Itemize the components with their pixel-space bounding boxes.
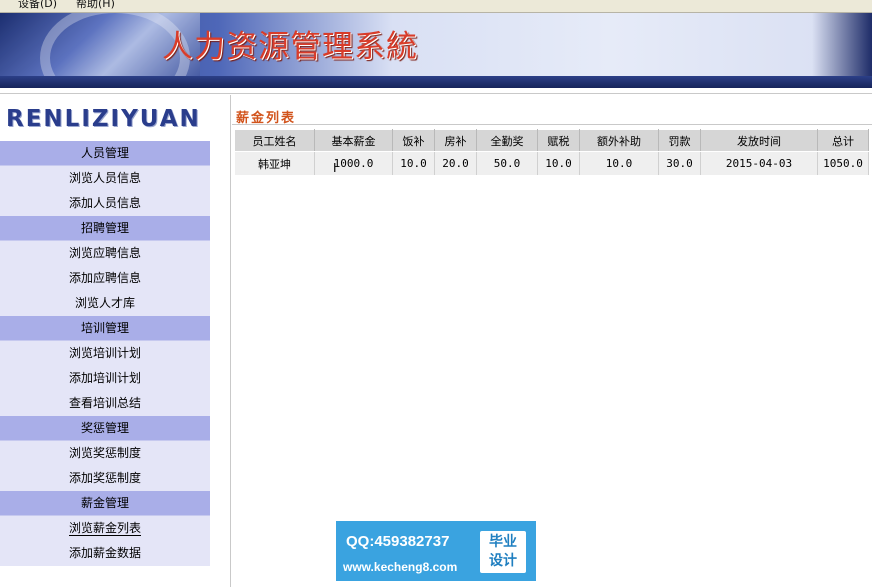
sidebar-item-label: 添加人员信息 — [68, 196, 141, 210]
sidebar-item-label: 浏览应聘信息 — [68, 246, 141, 260]
watermark-site: www.kecheng8.com — [343, 560, 458, 574]
sidebar-menu-item[interactable]: 浏览培训计划 — [0, 341, 210, 366]
column-header: 基本薪金 — [314, 129, 393, 152]
column-header: 全勤奖 — [476, 129, 538, 152]
header-banner: 人力资源管理系統 — [0, 13, 872, 88]
sidebar-group-header: 薪金管理 — [0, 491, 210, 516]
sidebar-item-label: 添加薪金数据 — [68, 546, 141, 560]
sidebar-group-header: 人员管理 — [0, 141, 210, 166]
table-body: 韩亚坤 1000.0 10.0 20.0 50.0 10.0 10.0 30.0 2015-04… — [234, 151, 869, 176]
table-header-row: 员工姓名 基本薪金 饭补 房补 全勤奖 赋税 额外补助 罚款 发放时间 总计 — [234, 129, 869, 152]
sidebar-item-label: 浏览人才库 — [74, 296, 135, 310]
sidebar-menu-item[interactable]: 浏览人才库 — [0, 291, 210, 316]
sidebar-item-label: 招聘管理 — [80, 221, 129, 235]
sidebar-item-label: 添加奖惩制度 — [68, 471, 141, 485]
sidebar-item-label: 奖惩管理 — [80, 421, 129, 435]
main-content: 薪金列表 员工姓名 基本薪金 饭补 房补 全勤奖 赋税 额外补助 罚款 发放时间 总计 韩亚坤 10… — [232, 95, 872, 587]
column-header: 发放时间 — [700, 129, 818, 152]
divider — [0, 88, 872, 94]
column-header: 罚款 — [658, 129, 701, 152]
sidebar-group-header: 培训管理 — [0, 316, 210, 341]
sidebar-item-label: 添加应聘信息 — [68, 271, 141, 285]
table-cell: 10.0 — [537, 151, 580, 176]
table-cell: 1050.0 — [817, 151, 869, 176]
watermark: QQ:459382737 www.kecheng8.com 毕业 设计 — [336, 521, 536, 581]
sidebar-menu-item[interactable]: 浏览人员信息 — [0, 166, 210, 191]
sidebar-logo: RENLIZIYUAN — [6, 106, 201, 132]
menu-help[interactable]: 帮助(H) — [76, 0, 115, 11]
watermark-qq: QQ:459382737 — [346, 533, 450, 550]
sidebar-menu-item[interactable]: 添加培训计划 — [0, 366, 210, 391]
system-title: 人力资源管理系統 — [162, 29, 418, 65]
sidebar-item-label: 人员管理 — [80, 146, 129, 160]
sidebar-item-label: 添加培训计划 — [68, 371, 141, 385]
sidebar-item-label: 浏览奖惩制度 — [68, 446, 141, 460]
column-header: 饭补 — [392, 129, 435, 152]
column-header: 员工姓名 — [234, 129, 315, 152]
table-row[interactable]: 韩亚坤 1000.0 10.0 20.0 50.0 10.0 10.0 30.0 2015-04… — [234, 151, 869, 176]
sidebar-item-label: 培训管理 — [80, 321, 129, 335]
sidebar-item-label: 浏览培训计划 — [68, 346, 141, 360]
sidebar-menu-item[interactable]: 添加奖惩制度 — [0, 466, 210, 491]
menu-device[interactable]: 设备(D) — [18, 0, 57, 11]
sidebar-group-header: 招聘管理 — [0, 216, 210, 241]
table-cell: 10.0 — [392, 151, 435, 176]
table-cell: 50.0 — [476, 151, 538, 176]
sidebar-menu-item[interactable]: 添加应聘信息 — [0, 266, 210, 291]
sidebar-item-label: 浏览薪金列表 — [68, 521, 141, 536]
column-header: 额外补助 — [579, 129, 659, 152]
sidebar-menu-item[interactable]: 查看培训总结 — [0, 391, 210, 416]
column-header: 房补 — [434, 129, 477, 152]
sidebar-menu-item[interactable]: 添加人员信息 — [0, 191, 210, 216]
sidebar-menu-item[interactable]: 浏览奖惩制度 — [0, 441, 210, 466]
sidebar-group-header: 奖惩管理 — [0, 416, 210, 441]
table-cell: 30.0 — [658, 151, 701, 176]
sidebar-item-label: 浏览人员信息 — [68, 171, 141, 185]
sidebar-menu-item[interactable]: 添加薪金数据 — [0, 541, 210, 566]
sidebar: RENLIZIYUAN 人员管理浏览人员信息 添加人员信息 招聘管理浏览应聘信息 添加… — [0, 95, 231, 587]
sidebar-menu: 人员管理浏览人员信息 添加人员信息 招聘管理浏览应聘信息 添加应聘信息 浏览人才库培训管… — [0, 141, 210, 566]
sidebar-item-label: 查看培训总结 — [68, 396, 141, 410]
table-cell: 20.0 — [434, 151, 477, 176]
column-header: 赋税 — [537, 129, 580, 152]
menu-bar: 设备(D) 帮助(H) — [0, 0, 872, 13]
sidebar-item-label: 薪金管理 — [80, 496, 129, 510]
sidebar-menu-item[interactable]: 浏览应聘信息 — [0, 241, 210, 266]
table-cell: 1000.0 — [314, 151, 393, 176]
sidebar-menu-item[interactable]: 浏览薪金列表 — [0, 516, 210, 541]
watermark-badge: 毕业 设计 — [480, 531, 526, 573]
table-cell: 2015-04-03 — [700, 151, 818, 176]
text-cursor-icon: Ⅰ — [333, 161, 337, 175]
table-cell: 10.0 — [579, 151, 659, 176]
salary-table: 员工姓名 基本薪金 饭补 房补 全勤奖 赋税 额外补助 罚款 发放时间 总计 韩亚坤 1000.0 1… — [234, 129, 869, 176]
table-cell: 韩亚坤 — [234, 151, 315, 176]
column-header: 总计 — [817, 129, 869, 152]
title-divider — [232, 124, 872, 125]
